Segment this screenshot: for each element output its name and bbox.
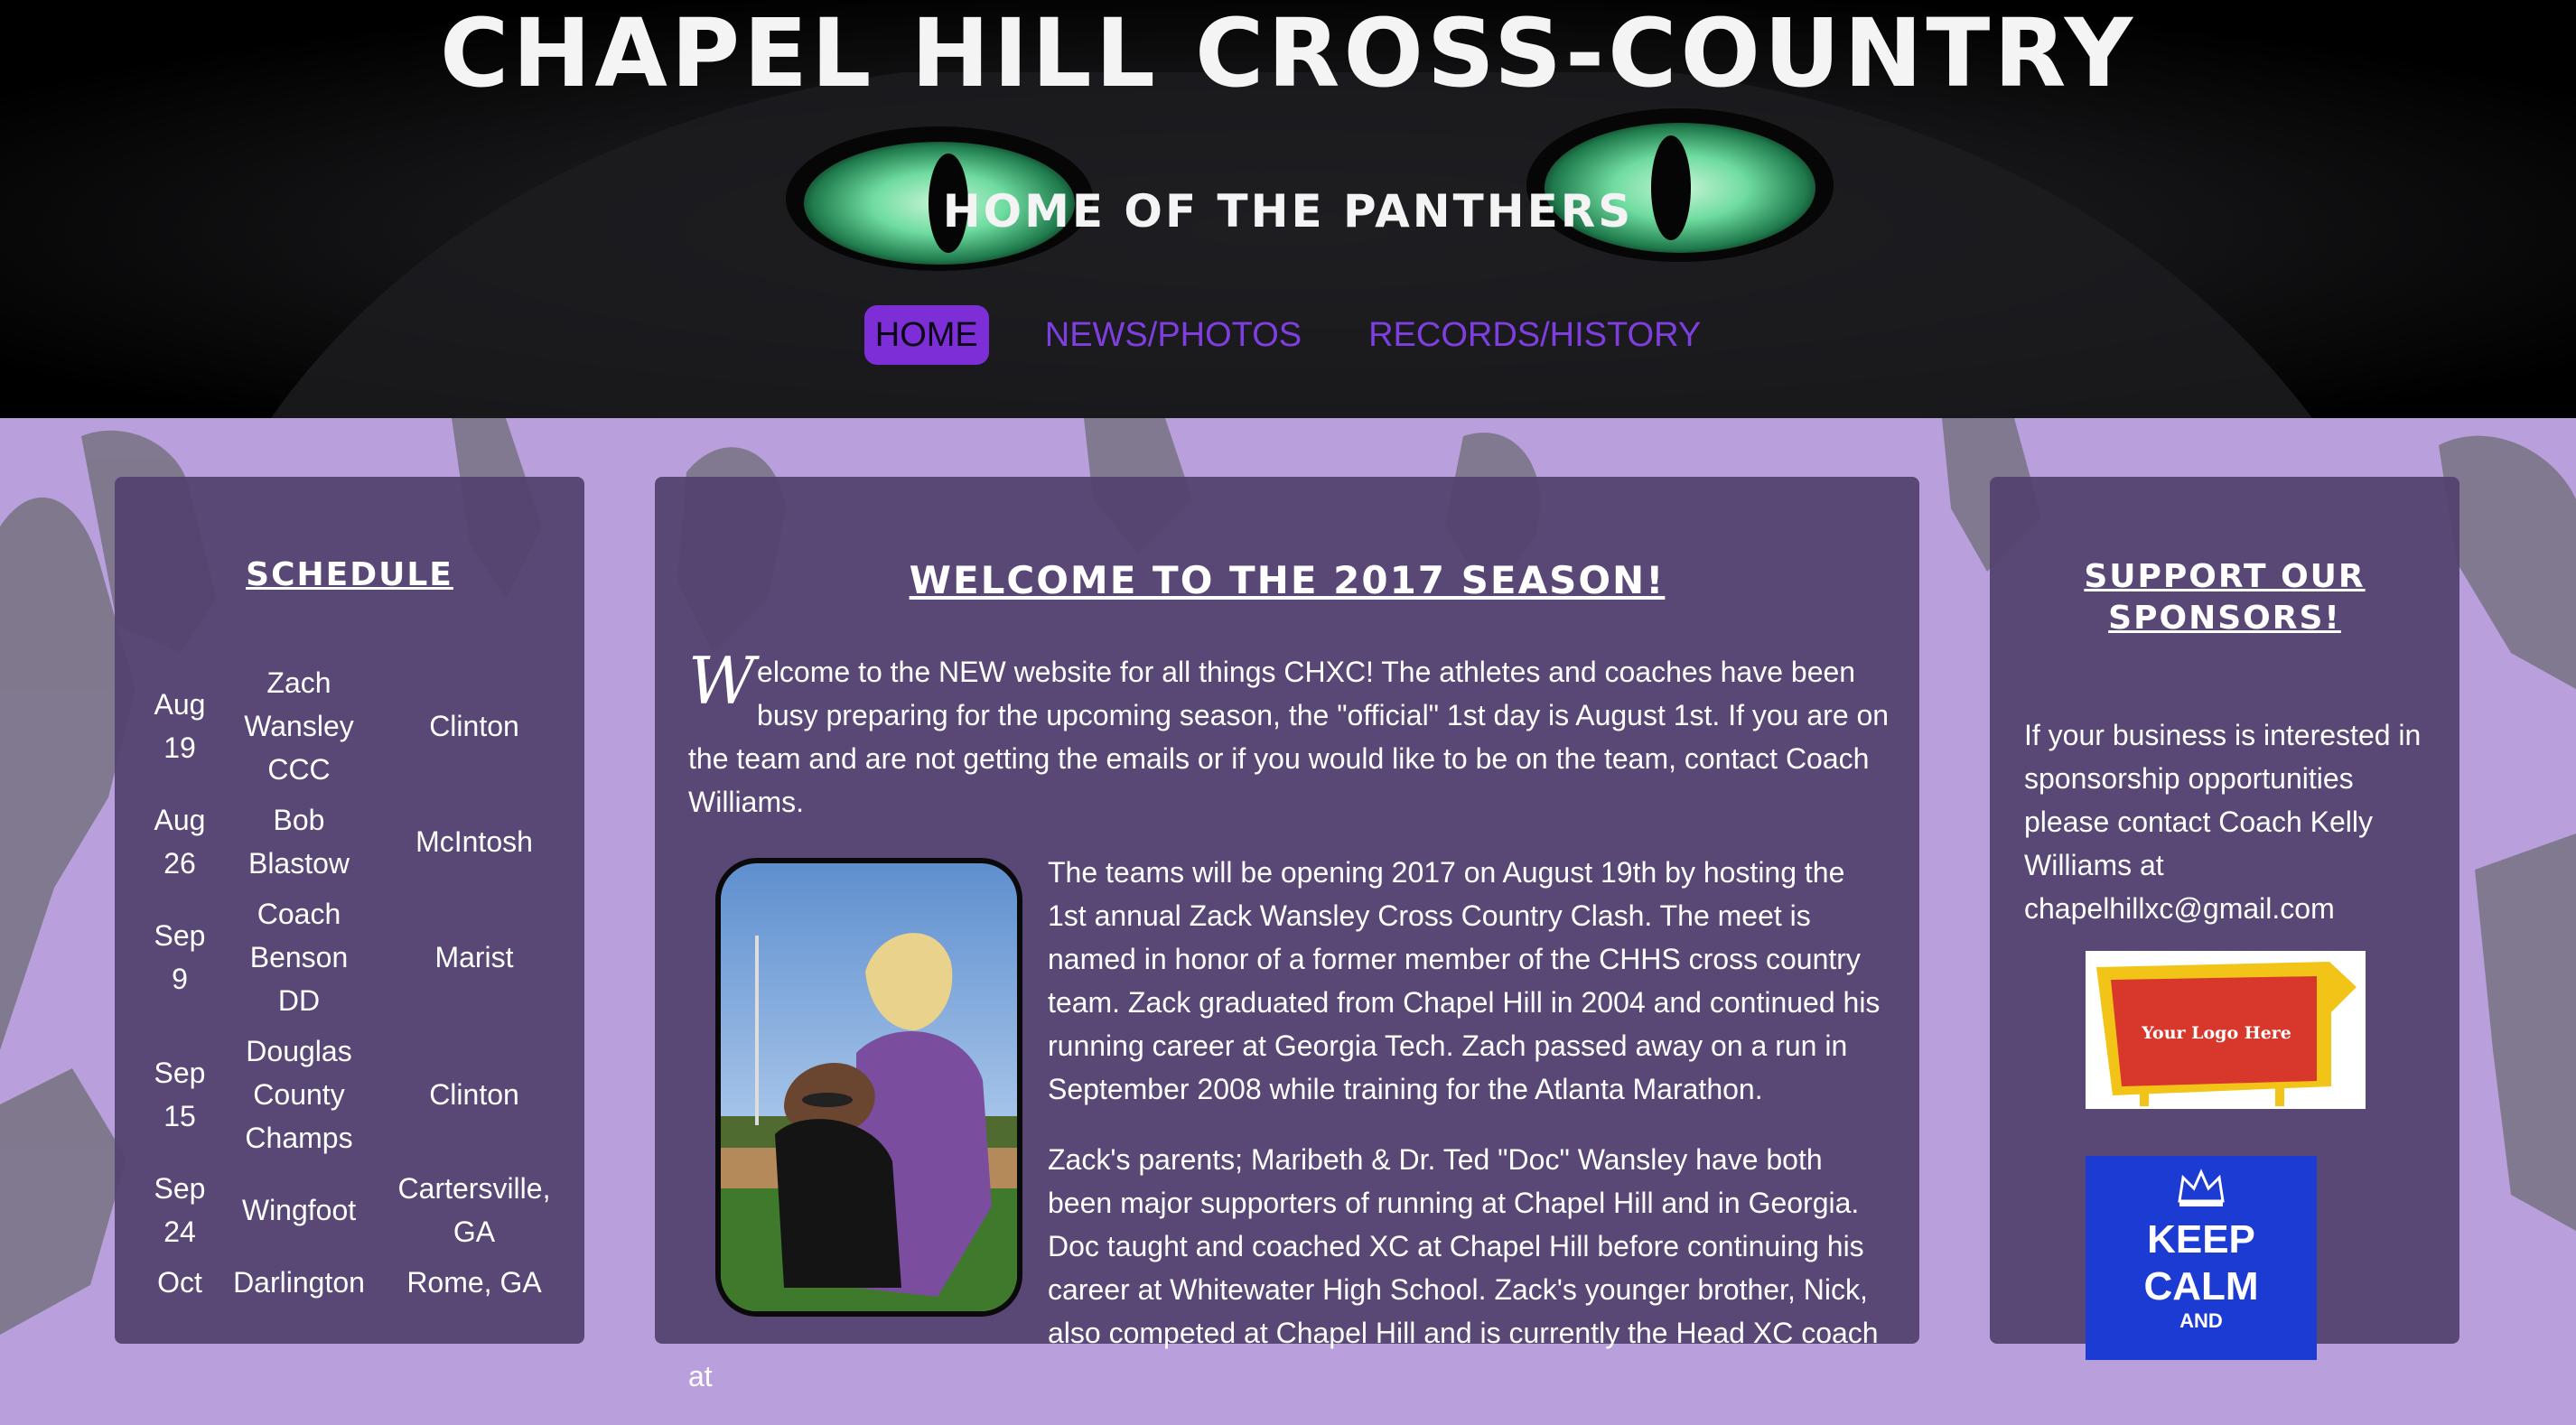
welcome-body: Welcome to the NEW website for all thing… bbox=[688, 643, 1890, 1425]
table-row: Aug 26 Bob Blastow McIntosh bbox=[138, 795, 572, 889]
sponsorship-info: If your business is interested in sponso… bbox=[2024, 719, 2422, 925]
table-row: Oct Darlington Rome, GA bbox=[138, 1257, 572, 1308]
table-row: Sep 24 Wingfoot Cartersville, GA bbox=[138, 1163, 572, 1257]
crown-icon bbox=[2178, 1169, 2225, 1206]
nav-item-news-photos[interactable]: NEWS/PHOTOS bbox=[1034, 305, 1312, 365]
sponsors-panel: SUPPORT OUR SPONSORS! If your business i… bbox=[1990, 477, 2459, 1360]
schedule-meet: Wingfoot bbox=[241, 1194, 357, 1226]
schedule-location: Marist bbox=[434, 941, 514, 973]
two-runners-hugging-photo bbox=[721, 863, 1017, 1311]
schedule-location: Clinton bbox=[429, 1078, 519, 1111]
schedule-panel: SCHEDULE Aug 19 Zach Wansley CCC Clinton… bbox=[115, 477, 584, 1344]
site-title: CHAPEL HILL CROSS-COUNTRY bbox=[439, 0, 2137, 108]
schedule-location: Rome, GA bbox=[406, 1266, 542, 1299]
site-header: CHAPEL HILL CROSS-COUNTRY HOME OF THE PA… bbox=[0, 0, 2576, 418]
schedule-location: Cartersville, GA bbox=[397, 1172, 551, 1248]
nav-item-records-history[interactable]: RECORDS/HISTORY bbox=[1358, 305, 1712, 365]
schedule-location: McIntosh bbox=[415, 825, 533, 858]
schedule-meet: Coach Benson DD bbox=[249, 898, 349, 1017]
site-subtitle: HOME OF THE PANTHERS bbox=[942, 185, 1634, 238]
schedule-date: Sep 24 bbox=[154, 1172, 206, 1248]
schedule-meet: Bob Blastow bbox=[247, 804, 350, 880]
schedule-meet: Douglas County Champs bbox=[245, 1035, 353, 1154]
schedule-date: Aug 19 bbox=[154, 688, 206, 764]
intro-paragraph: Welcome to the NEW website for all thing… bbox=[688, 643, 1890, 824]
signboard-icon: Your Logo Here bbox=[2096, 962, 2357, 1106]
logo-placeholder-text: Your Logo Here bbox=[2141, 1023, 2291, 1043]
drop-cap: W bbox=[688, 643, 756, 719]
intro-text: elcome to the NEW website for all things… bbox=[688, 656, 1890, 818]
table-row: Sep 9 Coach Benson DD Marist bbox=[138, 889, 572, 1026]
schedule-date: Sep 15 bbox=[154, 1057, 206, 1132]
team-photo bbox=[715, 858, 1022, 1317]
schedule-date: Sep 9 bbox=[154, 919, 206, 995]
welcome-heading: WELCOME TO THE 2017 SEASON! bbox=[909, 558, 1666, 602]
table-row: Aug 19 Zach Wansley CCC Clinton bbox=[138, 657, 572, 795]
sponsor-logo-placeholder[interactable]: Your Logo Here bbox=[2086, 951, 2366, 1109]
sponsors-heading: SUPPORT OUR SPONSORS! bbox=[2084, 558, 2366, 637]
schedule-date: Oct bbox=[157, 1266, 202, 1299]
table-row: Sep 15 Douglas County Champs Clinton bbox=[138, 1026, 572, 1163]
keep-calm-sponsor-poster[interactable]: KEEP CALM AND bbox=[2086, 1156, 2317, 1360]
schedule-date: Aug 26 bbox=[154, 804, 206, 880]
keep-calm-line-1: KEEP bbox=[2147, 1217, 2255, 1262]
welcome-panel: WELCOME TO THE 2017 SEASON! Welcome to t… bbox=[655, 477, 1919, 1392]
schedule-location: Clinton bbox=[429, 710, 519, 742]
nav-item-home[interactable]: HOME bbox=[863, 305, 989, 365]
keep-calm-line-3: AND bbox=[2179, 1309, 2223, 1332]
schedule-meet: Darlington bbox=[233, 1266, 365, 1299]
schedule-table: Aug 19 Zach Wansley CCC Clinton Aug 26 B… bbox=[138, 657, 572, 1308]
main-nav: HOME NEWS/PHOTOS RECORDS/HISTORY bbox=[0, 305, 2576, 365]
keep-calm-line-2: CALM bbox=[2143, 1264, 2259, 1309]
schedule-meet: Zach Wansley CCC bbox=[244, 666, 354, 786]
schedule-heading: SCHEDULE bbox=[246, 556, 453, 593]
